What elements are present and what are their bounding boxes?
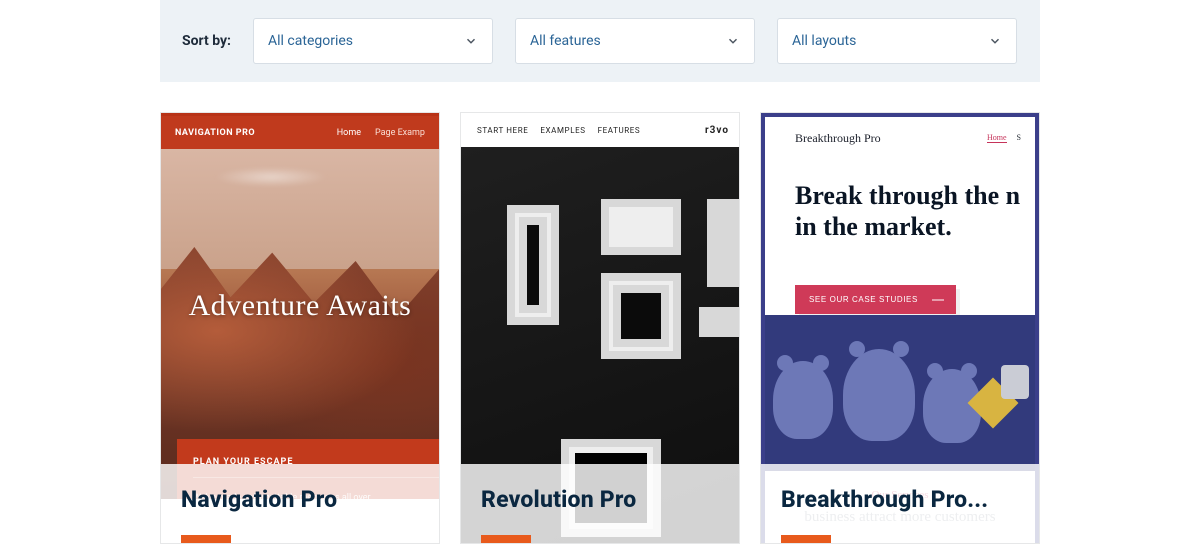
chevron-down-icon (726, 34, 740, 48)
preview-menu-item: S (1017, 133, 1021, 143)
theme-card-navigation-pro[interactable]: NAVIGATION PRO Home Page Examp Adventure… (160, 112, 440, 544)
preview-menu-item: Home (337, 128, 361, 138)
sort-by-label: Sort by: (160, 33, 231, 49)
theme-title: Navigation Pro (181, 486, 419, 513)
layouts-select[interactable]: All layouts (777, 18, 1017, 64)
accent-bar (181, 535, 231, 543)
features-select-value: All features (530, 33, 601, 49)
theme-grid: NAVIGATION PRO Home Page Examp Adventure… (0, 112, 1200, 544)
preview-illustration (765, 315, 1035, 471)
features-select[interactable]: All features (515, 18, 755, 64)
categories-select-value: All categories (268, 33, 353, 49)
filter-bar: Sort by: All categories All features All… (160, 0, 1040, 82)
theme-title-bar: Navigation Pro (161, 464, 439, 543)
accent-bar (781, 535, 831, 543)
preview-menu-item: FEATURES (598, 126, 641, 135)
theme-title: Breakthrough Pro... (781, 486, 1019, 513)
preview-menu-item: START HERE (477, 126, 528, 135)
theme-card-revolution-pro[interactable]: START HERE EXAMPLES FEATURES r3vo Revolu (460, 112, 740, 544)
preview-headline: Break through the n in the market. (765, 159, 1035, 242)
accent-bar (481, 535, 531, 543)
preview-brand: r3vo (705, 125, 729, 136)
preview-menu-item: Page Examp (375, 128, 425, 138)
preview-menu-item: EXAMPLES (540, 126, 585, 135)
preview-menu-item: Home (987, 133, 1007, 143)
preview-brand: NAVIGATION PRO (175, 128, 255, 138)
theme-title-bar: Revolution Pro (461, 464, 739, 543)
preview-cta-button: SEE OUR CASE STUDIES (795, 285, 956, 314)
preview-brand: Breakthrough Pro (795, 131, 881, 146)
theme-title-bar: Breakthrough Pro... (761, 464, 1039, 543)
preview-headline: Adventure Awaits (161, 289, 439, 323)
chevron-down-icon (988, 34, 1002, 48)
theme-title: Revolution Pro (481, 486, 719, 513)
categories-select[interactable]: All categories (253, 18, 493, 64)
chevron-down-icon (464, 34, 478, 48)
layouts-select-value: All layouts (792, 33, 856, 49)
theme-card-breakthrough-pro[interactable]: Breakthrough Pro Home S Break through th… (760, 112, 1040, 544)
